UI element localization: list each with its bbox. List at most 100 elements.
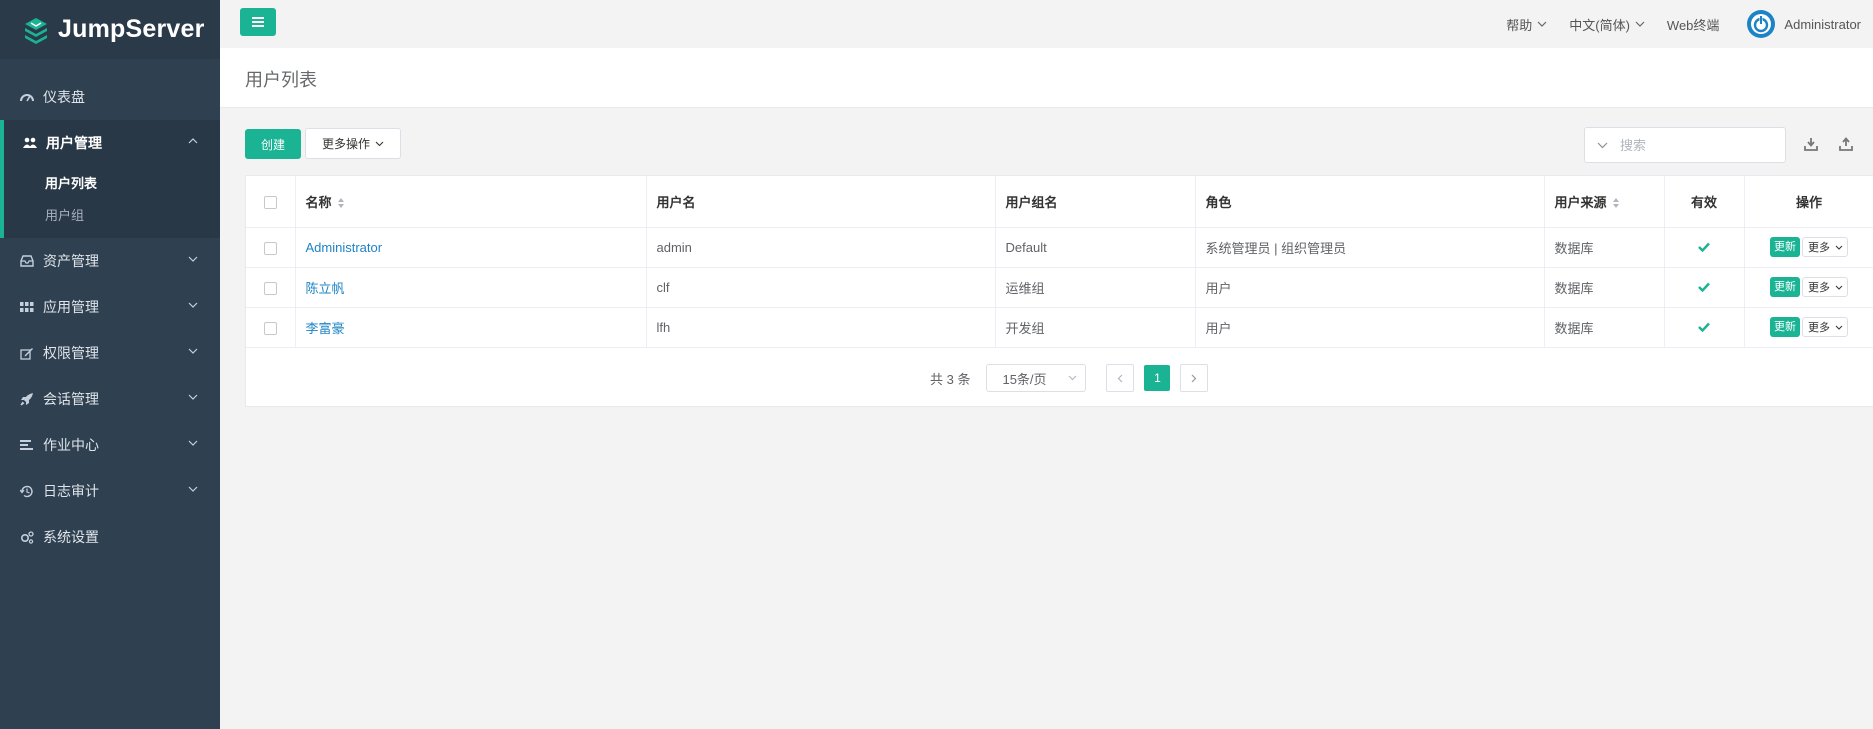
table-header-row: 名称 用户名 用户组名 角色 用户来源 有效 操作	[246, 176, 1873, 228]
name-cell: 陈立帆	[295, 267, 647, 308]
active-cell	[1664, 227, 1745, 268]
sidebar-item-dashboard[interactable]: 仪表盘	[0, 74, 220, 120]
sidebar-item-permissions[interactable]: 权限管理	[0, 330, 220, 376]
top-navbar: 帮助 中文(简体) Web终端 Administrator	[220, 0, 1873, 48]
user-name-link[interactable]: 陈立帆	[306, 281, 345, 296]
row-checkbox[interactable]	[263, 321, 277, 335]
chevron-down-icon	[1537, 21, 1547, 27]
select-all-checkbox[interactable]	[263, 195, 277, 209]
web-terminal-link[interactable]: Web终端	[1667, 15, 1720, 34]
user-name-link[interactable]: Administrator	[306, 240, 383, 255]
sidebar-item-label: 资产管理	[43, 253, 99, 269]
groups-cell: Default	[995, 227, 1196, 268]
page-number-button[interactable]: 1	[1144, 365, 1171, 391]
top-right-menu: 帮助 中文(简体) Web终端 Administrator	[1484, 0, 1861, 48]
more-actions-dropdown[interactable]: 更多操作	[305, 128, 401, 159]
sidebar-item-user-list[interactable]: 用户列表	[4, 166, 220, 198]
chevron-down-icon	[188, 440, 198, 446]
sidebar-item-applications[interactable]: 应用管理	[0, 284, 220, 330]
create-button[interactable]: 创建	[245, 129, 301, 159]
actions-cell: 更新 更多	[1744, 267, 1873, 308]
column-header-username: 用户名	[646, 176, 996, 228]
sidebar-item-sessions[interactable]: 会话管理	[0, 376, 220, 422]
row-select-cell	[246, 227, 296, 268]
column-header-label: 名称	[305, 194, 332, 210]
sidebar-item-audits[interactable]: 日志审计	[0, 468, 220, 514]
pagination: 共 3 条 15条/页 1	[930, 364, 1209, 392]
chevron-down-icon	[1835, 245, 1843, 250]
row-checkbox[interactable]	[263, 241, 277, 255]
table-row: 陈立帆 clf 运维组 用户 数据库 更新 更多	[246, 267, 1873, 308]
sidebar-group-users: 用户管理 用户列表 用户组	[0, 120, 220, 238]
chevron-down-icon	[188, 256, 198, 262]
chevron-down-icon	[1635, 21, 1645, 27]
sidebar-item-assets[interactable]: 资产管理	[0, 238, 220, 284]
search-input[interactable]	[1620, 137, 1760, 153]
chevron-left-icon	[1118, 374, 1123, 382]
more-dropdown[interactable]: 更多	[1802, 237, 1848, 257]
chevron-down-icon	[188, 302, 198, 308]
actions-cell: 更新 更多	[1744, 307, 1873, 348]
logo[interactable]: JumpServer	[0, 0, 220, 59]
user-menu[interactable]: Administrator	[1741, 9, 1861, 39]
sort-icon[interactable]	[337, 197, 345, 209]
history-icon	[20, 484, 34, 498]
page-size-value: 15条/页	[1002, 371, 1047, 387]
groups-cell: 开发组	[995, 307, 1196, 348]
language-label: 中文(简体)	[1569, 17, 1630, 33]
chevron-down-icon	[1835, 285, 1843, 290]
gears-icon	[20, 530, 34, 544]
chevron-down-icon	[188, 394, 198, 400]
username-cell: lfh	[646, 307, 996, 348]
row-checkbox[interactable]	[263, 281, 277, 295]
rocket-icon	[20, 392, 34, 406]
jumpserver-logo-icon	[25, 17, 47, 44]
language-menu[interactable]: 中文(简体)	[1569, 15, 1645, 34]
sidebar-item-label: 会话管理	[43, 391, 99, 407]
sidebar-item-users[interactable]: 用户管理	[4, 120, 220, 166]
role-cell: 系统管理员 | 组织管理员	[1195, 227, 1545, 268]
sidebar-item-label: 权限管理	[43, 345, 99, 361]
name-cell: Administrator	[295, 227, 647, 268]
column-header-name[interactable]: 名称	[295, 176, 647, 228]
username-cell: admin	[646, 227, 996, 268]
username-label: Administrator	[1784, 16, 1861, 32]
sidebar: JumpServer 仪表盘 用户管理 用户列表 用户组 资产管理 应用管理 权…	[0, 0, 220, 729]
sidebar-toggle-button[interactable]	[240, 8, 276, 36]
sort-icon[interactable]	[1612, 197, 1620, 209]
check-icon	[1698, 322, 1710, 332]
chevron-down-icon[interactable]	[1597, 142, 1608, 149]
page-size-select[interactable]: 15条/页	[986, 364, 1087, 392]
upload-icon[interactable]	[1837, 135, 1855, 153]
prev-page-button[interactable]	[1106, 364, 1135, 392]
sidebar-item-settings[interactable]: 系统设置	[0, 514, 220, 560]
more-dropdown[interactable]: 更多	[1802, 317, 1848, 337]
sidebar-item-label: 作业中心	[43, 437, 99, 453]
next-page-button[interactable]	[1180, 364, 1209, 392]
user-table: 名称 用户名 用户组名 角色 用户来源 有效 操作 Administrator …	[246, 176, 1873, 348]
column-header-actions: 操作	[1744, 176, 1873, 228]
sidebar-item-user-groups[interactable]: 用户组	[4, 198, 220, 230]
column-header-source[interactable]: 用户来源	[1544, 176, 1665, 228]
more-label: 更多	[1808, 322, 1830, 334]
download-icon[interactable]	[1802, 135, 1820, 153]
help-menu[interactable]: 帮助	[1506, 15, 1547, 34]
row-select-cell	[246, 307, 296, 348]
column-header-active: 有效	[1664, 176, 1745, 228]
grid-icon	[20, 300, 34, 314]
actions-cell: 更新 更多	[1744, 227, 1873, 268]
edit-icon	[20, 346, 34, 360]
column-header-groups: 用户组名	[995, 176, 1196, 228]
sidebar-item-label: 应用管理	[43, 299, 99, 315]
sidebar-item-jobs[interactable]: 作业中心	[0, 422, 220, 468]
update-button[interactable]: 更新	[1770, 277, 1800, 297]
sidebar-item-label: 系统设置	[43, 529, 99, 545]
user-name-link[interactable]: 李富豪	[306, 321, 345, 336]
update-button[interactable]: 更新	[1770, 237, 1800, 257]
update-button[interactable]: 更新	[1770, 317, 1800, 337]
avatar	[1747, 10, 1776, 38]
column-header-role: 角色	[1195, 176, 1545, 228]
chevron-right-icon	[1192, 374, 1197, 382]
more-dropdown[interactable]: 更多	[1802, 277, 1848, 297]
row-select-cell	[246, 267, 296, 308]
